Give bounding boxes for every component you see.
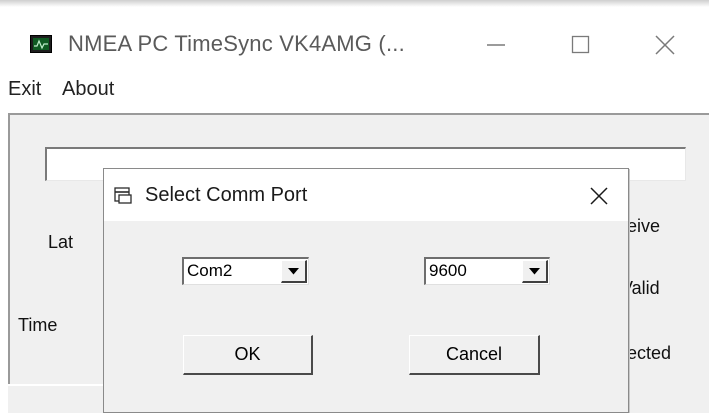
select-comm-port-dialog: Select Comm Port Com2 9600 OK Cancel: [103, 168, 629, 413]
window-title: NMEA PC TimeSync VK4AMG (...: [68, 31, 405, 56]
baud-rate-select[interactable]: 9600: [424, 257, 550, 285]
window-icon: [114, 187, 132, 204]
receive-label: eive: [627, 216, 661, 236]
title-bar[interactable]: NMEA PC TimeSync VK4AMG (...: [0, 7, 709, 69]
chevron-down-icon: [529, 268, 540, 275]
time-label: Time: [18, 315, 58, 335]
monitor-icon: [30, 35, 52, 53]
cancel-button[interactable]: Cancel: [409, 335, 540, 375]
minimize-button[interactable]: [468, 24, 524, 66]
maximize-icon: [571, 35, 590, 54]
baud-rate-dropdown-button[interactable]: [522, 260, 548, 283]
dialog-title-bar[interactable]: Select Comm Port: [104, 169, 628, 221]
lat-label: Lat: [48, 232, 74, 252]
comm-port-select[interactable]: Com2: [182, 257, 309, 285]
baud-rate-value: 9600: [429, 261, 467, 280]
chevron-down-icon: [288, 268, 299, 275]
menu-about[interactable]: About: [62, 78, 114, 101]
close-icon: [590, 187, 608, 205]
minimize-icon: [487, 44, 505, 46]
maximize-button[interactable]: [553, 24, 609, 66]
menu-bar: Exit About: [0, 72, 709, 108]
comm-port-value: Com2: [187, 261, 233, 280]
ok-button[interactable]: OK: [183, 335, 313, 375]
dialog-close-button[interactable]: [579, 177, 619, 213]
close-icon: [655, 35, 675, 55]
comm-port-dropdown-button[interactable]: [281, 260, 307, 283]
window-top-edge: [0, 0, 709, 7]
selected-label: ected: [627, 343, 672, 363]
groupbox-edge: [8, 384, 103, 386]
close-button[interactable]: [637, 24, 693, 66]
dialog-title: Select Comm Port: [145, 184, 308, 206]
menu-exit[interactable]: Exit: [8, 78, 41, 101]
